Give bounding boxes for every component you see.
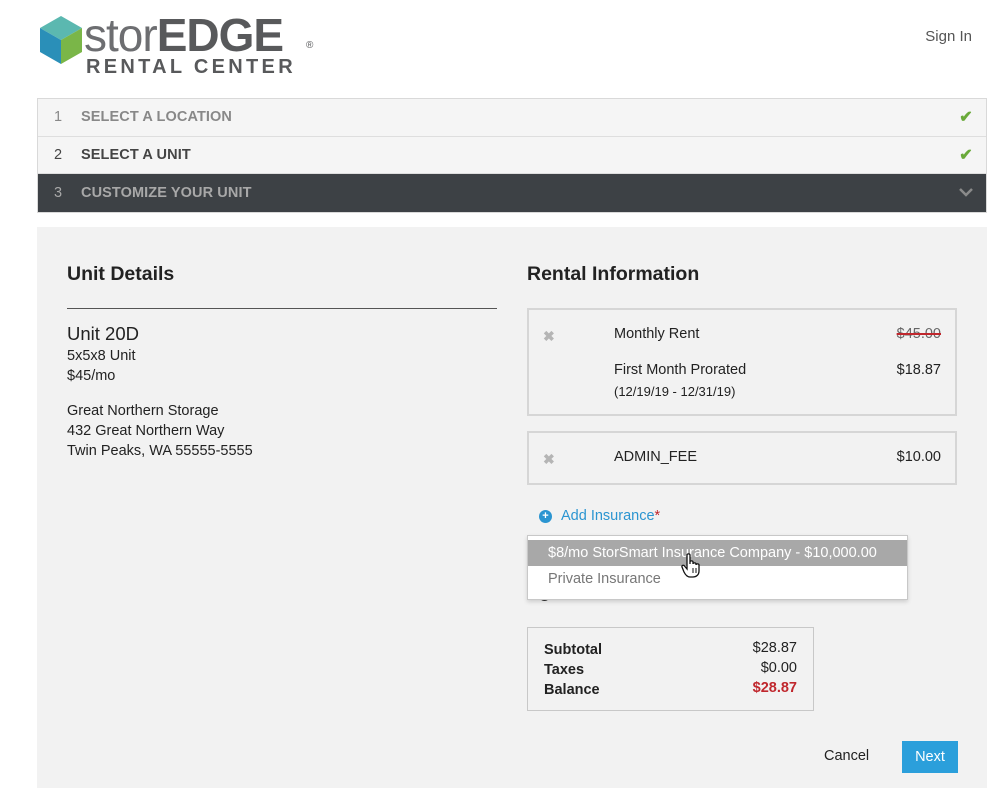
subtotal-value: $28.87 — [752, 640, 797, 656]
step-number: 3 — [54, 184, 63, 201]
prorated-range: (12/19/19 - 12/31/19) — [614, 384, 736, 399]
divider — [67, 308, 497, 309]
insurance-dropdown[interactable]: $8/mo StorSmart Insurance Company - $10,… — [527, 535, 908, 600]
balance-value: $28.87 — [752, 680, 797, 696]
facility-city: Twin Peaks, WA 55555-5555 — [67, 443, 253, 459]
step-number: 2 — [54, 146, 63, 163]
insurance-option-private[interactable]: Private Insurance — [528, 566, 907, 592]
required-mark: * — [654, 508, 661, 524]
facility-street: 432 Great Northern Way — [67, 423, 225, 439]
check-icon: ✔ — [959, 146, 973, 164]
unit-size: 5x5x8 Unit — [67, 348, 136, 364]
order-totals: Subtotal $28.87 Taxes $0.00 Balance $28.… — [527, 627, 814, 711]
remove-icon[interactable]: ✖ — [543, 328, 555, 345]
subtotal-label: Subtotal — [544, 642, 602, 658]
chevron-down-icon — [946, 184, 986, 202]
unit-details-heading: Unit Details — [67, 263, 175, 285]
remove-icon[interactable]: ✖ — [543, 451, 555, 468]
check-icon: ✔ — [959, 109, 973, 127]
customize-panel: Unit Details Unit 20D 5x5x8 Unit $45/mo … — [37, 227, 987, 788]
balance-label: Balance — [544, 682, 600, 698]
insurance-option-storsmart[interactable]: $8/mo StorSmart Insurance Company - $10,… — [528, 540, 907, 566]
cancel-button[interactable]: Cancel — [824, 748, 869, 764]
sign-in-link[interactable]: Sign In — [925, 28, 972, 45]
monthly-rent-amount: $45.00 — [896, 326, 941, 342]
registered-mark: ® — [306, 40, 314, 51]
step-select-location[interactable]: 1 SELECT A LOCATION ✔ — [38, 99, 986, 137]
hexagon-cube-icon — [40, 16, 82, 64]
storedge-logo: storEDGE ® RENTAL CENTER — [40, 10, 330, 78]
add-insurance-label: Add Insurance — [561, 508, 655, 524]
prorated-label: First Month Prorated — [614, 362, 747, 378]
plus-circle-icon: + — [539, 509, 552, 523]
unit-price: $45/mo — [67, 368, 116, 384]
step-customize-unit[interactable]: 3 CUSTOMIZE YOUR UNIT — [38, 174, 986, 212]
step-label: CUSTOMIZE YOUR UNIT — [81, 184, 252, 201]
logo-subtitle: RENTAL CENTER — [86, 56, 296, 78]
step-label: SELECT A LOCATION — [81, 109, 232, 126]
monthly-rent-label: Monthly Rent — [614, 326, 700, 342]
checkout-steps: 1 SELECT A LOCATION ✔ 2 SELECT A UNIT ✔ … — [37, 98, 987, 213]
logo-wordmark: storEDGE — [84, 9, 284, 61]
facility-name: Great Northern Storage — [67, 403, 219, 419]
unit-name: Unit 20D — [67, 323, 139, 344]
prorated-amount: $18.87 — [896, 362, 941, 378]
taxes-value: $0.00 — [760, 660, 797, 676]
step-label: SELECT A UNIT — [81, 146, 191, 163]
add-insurance-link[interactable]: + Add Insurance * — [539, 508, 660, 524]
rent-line-item: ✖ Monthly Rent $45.00 First Month Prorat… — [527, 308, 957, 416]
admin-fee-label: ADMIN_FEE — [614, 449, 697, 465]
hand-cursor-icon — [681, 553, 700, 578]
step-select-unit[interactable]: 2 SELECT A UNIT ✔ — [38, 136, 986, 174]
logo-edge-text: EDGE — [156, 9, 284, 61]
taxes-label: Taxes — [544, 662, 585, 678]
next-button[interactable]: Next — [902, 741, 958, 773]
step-number: 1 — [54, 109, 63, 126]
admin-fee-line-item: ✖ ADMIN_FEE $10.00 — [527, 431, 957, 485]
logo-stor-text: stor — [84, 9, 158, 61]
admin-fee-amount: $10.00 — [896, 449, 941, 465]
rental-info-heading: Rental Information — [527, 263, 700, 285]
